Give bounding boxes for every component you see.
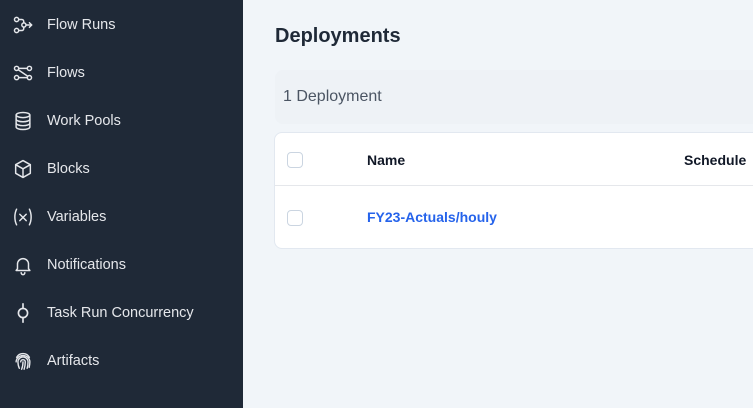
page-title: Deployments (275, 25, 401, 47)
sidebar-item-task-run-concurrency[interactable]: Task Run Concurrency (0, 289, 243, 337)
table-row: FY23-Actuals/houly (275, 186, 753, 248)
sidebar-item-artifacts[interactable]: Artifacts (0, 337, 243, 385)
sidebar-item-work-pools[interactable]: Work Pools (0, 97, 243, 145)
sidebar-item-label: Task Run Concurrency (47, 305, 194, 321)
flow-runs-icon (12, 14, 34, 36)
deployment-count: 1 Deployment (283, 88, 382, 105)
sidebar-item-variables[interactable]: Variables (0, 193, 243, 241)
sidebar-item-flows[interactable]: Flows (0, 49, 243, 97)
flows-icon (12, 62, 34, 84)
main-content: Deployments 1 Deployment Name Schedule F… (243, 0, 753, 408)
column-header-schedule[interactable]: Schedule (684, 152, 746, 168)
sidebar-item-label: Work Pools (47, 113, 121, 129)
sidebar-item-notifications[interactable]: Notifications (0, 241, 243, 289)
deployments-table: Name Schedule FY23-Actuals/houly (274, 132, 753, 249)
cube-icon (12, 158, 34, 180)
fingerprint-icon (12, 350, 34, 372)
sidebar-item-label: Flow Runs (47, 17, 116, 33)
sidebar-item-label: Artifacts (47, 353, 100, 369)
sidebar-item-label: Notifications (47, 257, 126, 273)
sidebar-item-label: Blocks (47, 161, 90, 177)
bell-icon (12, 254, 34, 276)
select-all-checkbox[interactable] (287, 152, 303, 168)
concurrency-icon (12, 302, 34, 324)
row-checkbox[interactable] (287, 210, 303, 226)
sidebar-item-flow-runs[interactable]: Flow Runs (0, 1, 243, 49)
variable-icon (12, 206, 34, 228)
column-header-name[interactable]: Name (367, 152, 405, 168)
sidebar-item-label: Flows (47, 65, 85, 81)
deployment-name-link[interactable]: FY23-Actuals/houly (367, 209, 497, 225)
database-icon (12, 110, 34, 132)
app: Flow Runs Flows Work Pools Blocks Variab… (0, 0, 753, 408)
deployment-count-bar: 1 Deployment (275, 70, 753, 124)
table-header-row: Name Schedule (275, 133, 753, 186)
sidebar: Flow Runs Flows Work Pools Blocks Variab… (0, 0, 243, 408)
sidebar-item-label: Variables (47, 209, 107, 225)
sidebar-item-blocks[interactable]: Blocks (0, 145, 243, 193)
